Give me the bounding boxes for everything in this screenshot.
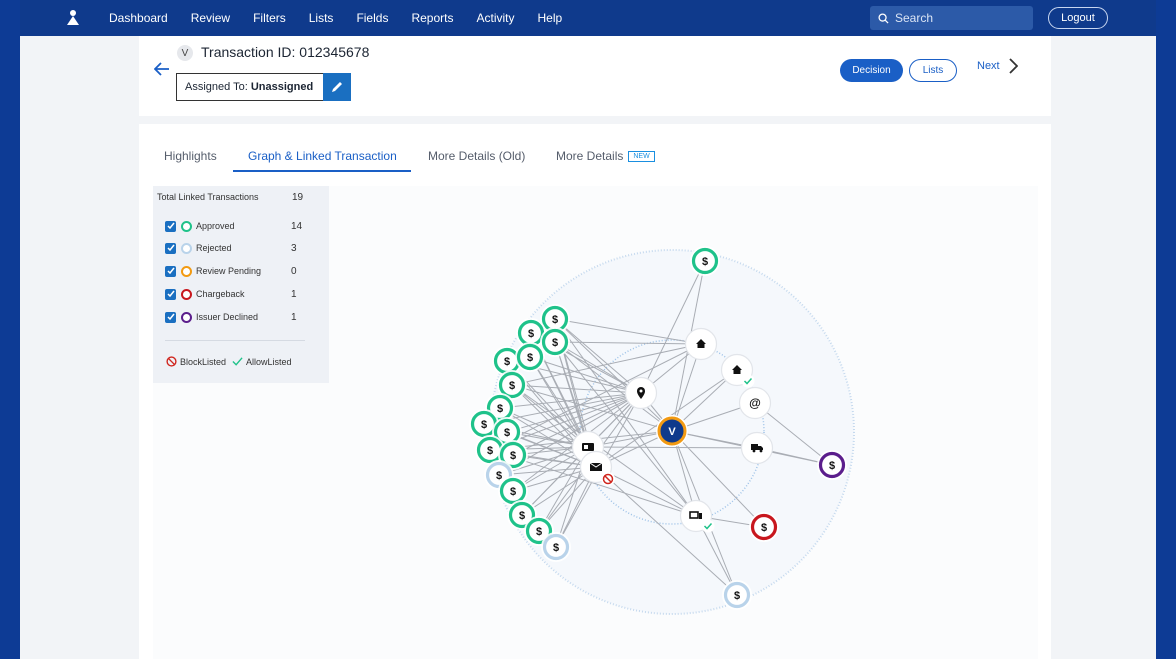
rejected-ring-icon bbox=[181, 242, 192, 254]
legend-row-chargeback: Chargeback bbox=[165, 287, 296, 301]
list-status-key: BlockListed AllowListed bbox=[166, 356, 292, 367]
tab-more-details-label: More Details bbox=[556, 149, 624, 163]
allowlisted-label: AllowListed bbox=[246, 356, 292, 367]
main-nav: Dashboard Review Filters Lists Fields Re… bbox=[109, 0, 585, 36]
tab-more-details-old[interactable]: More Details (Old) bbox=[428, 140, 525, 172]
legend-row-issuer-declined: Issuer Declined bbox=[165, 310, 296, 324]
legend-row-approved: Approved bbox=[165, 219, 296, 233]
approved-count: 14 bbox=[291, 221, 303, 232]
approved-label: Approved bbox=[196, 221, 235, 231]
search-icon bbox=[878, 12, 889, 24]
chevron-right-icon bbox=[1008, 58, 1018, 74]
chargeback-count: 1 bbox=[291, 289, 297, 300]
blocklisted-label: BlockListed bbox=[180, 356, 227, 367]
blocklisted-icon bbox=[166, 356, 177, 367]
legend-row-rejected: Rejected bbox=[165, 241, 296, 255]
logo-icon bbox=[67, 10, 79, 25]
assignee-field: Assigned To: Unassigned bbox=[176, 73, 351, 101]
next-label: Next bbox=[977, 60, 1000, 72]
total-linked-count: 19 bbox=[292, 192, 304, 203]
issuer-declined-ring-icon bbox=[181, 311, 192, 323]
nav-lists[interactable]: Lists bbox=[309, 11, 334, 25]
nav-review[interactable]: Review bbox=[191, 11, 230, 25]
issuer-declined-label: Issuer Declined bbox=[196, 312, 259, 322]
nav-dashboard[interactable]: Dashboard bbox=[109, 11, 168, 25]
issuer-declined-checkbox[interactable] bbox=[165, 311, 176, 323]
page-title: Transaction ID: 012345678 bbox=[201, 44, 370, 60]
nav-filters[interactable]: Filters bbox=[253, 11, 286, 25]
assignee-prefix: Assigned To: bbox=[185, 81, 248, 93]
legend-row-review-pending: Review Pending bbox=[165, 264, 296, 278]
assignee-value: Unassigned bbox=[250, 81, 314, 93]
search-placeholder: Search bbox=[895, 11, 934, 25]
review-pending-ring-icon bbox=[181, 265, 192, 277]
nav-help[interactable]: Help bbox=[538, 11, 563, 25]
issuer-declined-count: 1 bbox=[291, 312, 297, 323]
search-input[interactable]: Search bbox=[870, 6, 1033, 30]
tab-highlights[interactable]: Highlights bbox=[164, 140, 217, 172]
allowlisted-icon bbox=[232, 356, 243, 367]
back-arrow-icon[interactable] bbox=[154, 62, 170, 76]
lists-button[interactable]: Lists bbox=[909, 59, 957, 82]
assignee-text: Assigned To: Unassigned bbox=[177, 81, 323, 93]
chargeback-checkbox[interactable] bbox=[165, 288, 176, 300]
approved-checkbox[interactable] bbox=[165, 220, 176, 232]
edit-assignee-button[interactable] bbox=[323, 73, 351, 101]
legend-divider bbox=[165, 340, 305, 341]
nav-fields[interactable]: Fields bbox=[356, 11, 388, 25]
rejected-label: Rejected bbox=[196, 243, 232, 253]
nav-reports[interactable]: Reports bbox=[411, 11, 453, 25]
new-badge: NEW bbox=[628, 151, 655, 163]
review-pending-checkbox[interactable] bbox=[165, 265, 176, 277]
legend-panel: Total Linked Transactions 19 Approved 14… bbox=[153, 186, 329, 383]
rejected-count: 3 bbox=[291, 243, 297, 254]
next-button[interactable]: Next bbox=[977, 58, 1018, 74]
total-linked-label: Total Linked Transactions bbox=[157, 192, 259, 202]
transaction-type-badge: V bbox=[177, 45, 193, 61]
decision-button[interactable]: Decision bbox=[840, 59, 903, 82]
rejected-checkbox[interactable] bbox=[165, 242, 176, 254]
tab-more-details-new[interactable]: More Details NEW bbox=[556, 140, 655, 172]
pencil-icon bbox=[332, 82, 342, 92]
nav-activity[interactable]: Activity bbox=[476, 11, 514, 25]
review-pending-label: Review Pending bbox=[196, 266, 262, 276]
logout-button[interactable]: Logout bbox=[1048, 7, 1108, 29]
chargeback-label: Chargeback bbox=[196, 289, 245, 299]
approved-ring-icon bbox=[181, 220, 192, 232]
review-pending-count: 0 bbox=[291, 266, 297, 277]
chargeback-ring-icon bbox=[181, 288, 192, 300]
tab-graph-linked[interactable]: Graph & Linked Transaction bbox=[233, 140, 411, 172]
